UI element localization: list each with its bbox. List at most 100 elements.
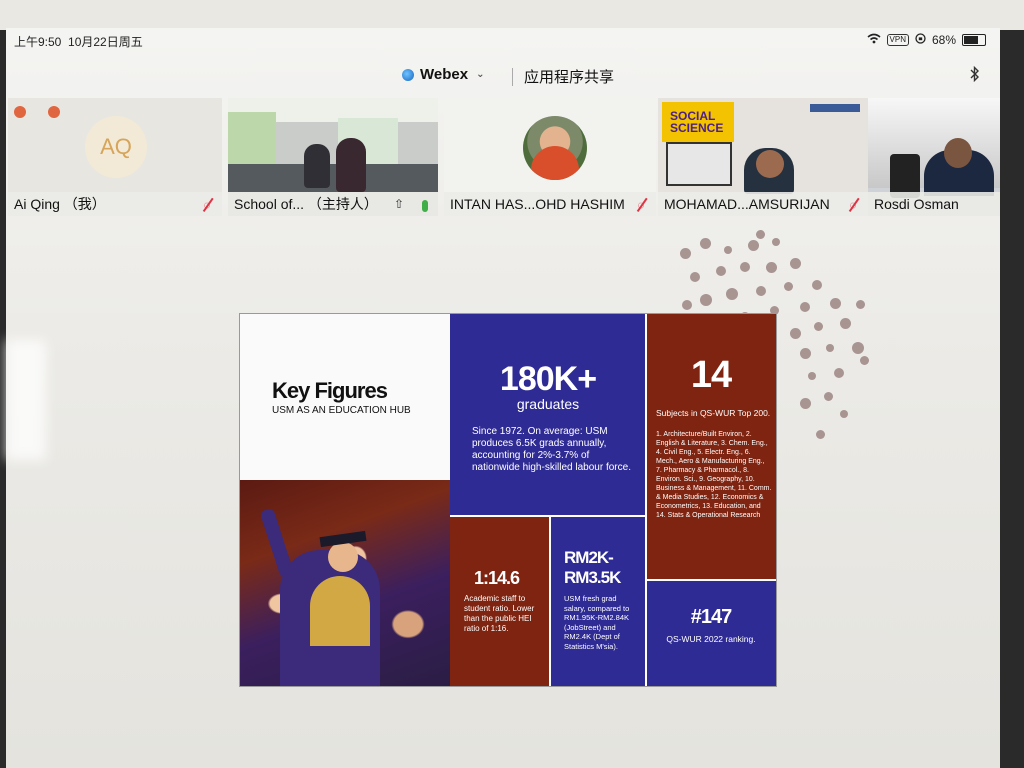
slide-divider [646,579,776,581]
graduation-photo [240,480,450,686]
decorative-dot [840,318,851,329]
slide-subtitle: USM AS AN EDUCATION HUB [272,405,411,416]
video-person-head [756,150,784,178]
video-table [228,164,438,192]
graduates-value: 180K+ [499,360,597,398]
video-book: SOCIAL SCIENCE [662,102,734,142]
subjects-list: 1. Architecture/Built Environ, 2. Englis… [656,431,772,519]
participant-name: Ai Qing （我） [8,192,222,216]
participant-name-text: INTAN HAS...OHD HASHIM [450,196,625,212]
video-book [666,142,732,186]
video-off-icon[interactable] [14,106,26,118]
webex-logo-icon [402,68,414,81]
audio-off-icon[interactable] [48,106,60,118]
ratio-text: Academic staff to student ratio. Lower t… [464,594,535,633]
decorative-dot [756,286,766,296]
status-time: 上午9:50 10月22日周五 [14,33,143,50]
decorative-dot [800,302,810,312]
decorative-dot [790,328,801,339]
salary-value: RM2K-RM3.5K [564,548,621,587]
avatar [523,116,587,180]
decorative-dot [860,356,869,365]
participant-name: School of... （主持人） [228,192,438,216]
video-person-head [944,138,972,168]
subjects-block: 14 Subjects in QS-WUR Top 200. 1. Archit… [646,314,776,580]
decorative-dot [726,288,738,300]
orientation-lock-icon [915,33,926,47]
graduates-label: graduates [516,396,580,412]
app-share-label: 应用程序共享 [524,69,615,86]
avatar-shawl [531,146,579,180]
decorative-dot [716,266,726,276]
participant-tile[interactable]: School of... （主持人） ⇧ [228,98,438,216]
participant-name: Rosdi Osman [868,192,1000,216]
decorative-dot [800,348,811,359]
decorative-dot [772,238,780,246]
decorative-dot [690,272,700,282]
ranking-block: #147 QS-WUR 2022 ranking. [646,580,776,686]
battery-fill [964,36,978,44]
app-name: Webex [420,66,469,83]
graduates-block: 180K+ graduates Since 1972. On average: … [450,314,646,516]
decorative-dot [700,294,712,306]
decorative-dot [766,262,777,273]
participant-tile[interactable]: INTAN HAS...OHD HASHIM ◌ [444,98,656,216]
webex-menu-button[interactable]: Webex ⌄ [402,66,484,83]
meeting-header: Webex ⌄ 应用程序共享 [6,58,1000,94]
decorative-dot [748,240,759,251]
participant-name-text: MOHAMAD...AMSURIJAN [664,196,830,212]
mic-muted-icon: ◌ [203,198,211,212]
decorative-dot [724,246,732,254]
ranking-value: #147 [690,606,733,628]
avatar: AQ [85,116,147,178]
mic-active-icon [422,200,428,212]
decorative-dot [824,392,833,401]
participant-name: MOHAMAD...AMSURIJAN [658,192,868,216]
decorative-dot [816,430,825,439]
decorative-dot [852,342,864,354]
slide-divider [450,515,646,517]
participant-tile[interactable]: AQ Ai Qing （我） ◌ [8,98,222,216]
time: 上午9:50 [14,35,62,49]
bluetooth-icon[interactable] [970,65,980,87]
subjects-value: 14 [690,354,732,396]
participant-name-text: Ai Qing （我） [14,196,106,212]
decorative-dot [856,300,865,309]
decorative-dot [826,344,834,352]
decorative-dot [790,258,801,269]
decorative-dot [682,300,692,310]
decorative-dot [812,280,822,290]
ratio-block: 1:14.6 Academic staff to student ratio. … [450,516,550,686]
book-text: SOCIAL SCIENCE [670,109,724,135]
subjects-label: Subjects in QS-WUR Top 200. [656,408,771,418]
battery-icon [962,34,986,46]
participant-tile[interactable]: Rosdi Osman [868,98,1000,216]
slide-divider [549,516,551,686]
header-divider [512,68,513,86]
battery-percent: 68% [931,33,956,47]
share-icon: ⇧ [393,197,404,211]
mic-muted-icon: ◌ [849,198,857,212]
participant-tile[interactable]: SOCIAL SCIENCE MOHAMAD...AMSURIJAN ◌ [658,98,868,216]
date: 10月22日周五 [68,35,143,49]
slide-title: Key Figures [272,378,388,403]
decorative-dot [834,368,844,378]
photo-hood [310,576,370,646]
decorative-dot [740,262,750,272]
shared-slide: Key Figures USM AS AN EDUCATION HUB 180K… [240,314,776,686]
decorative-dot [814,322,823,331]
status-bar: 上午9:50 10月22日周五 VPN 68% [6,30,1000,52]
video-window [228,112,276,164]
chevron-down-icon: ⌄ [476,69,485,80]
photo-head [328,542,358,572]
ranking-label: QS-WUR 2022 ranking. [666,634,756,644]
salary-text: USM fresh grad salary, compared to RM1.9… [564,594,630,651]
mic-muted-icon: ◌ [637,198,645,212]
background-wall [0,0,1024,30]
title-panel: Key Figures USM AS AN EDUCATION HUB [240,314,450,480]
decorative-dot [784,282,793,291]
slide-divider [645,314,647,686]
status-indicators: VPN 68% [867,33,986,47]
decorative-dot [840,410,848,418]
graduates-text: Since 1972. On average: USM produces 6.5… [472,426,631,473]
